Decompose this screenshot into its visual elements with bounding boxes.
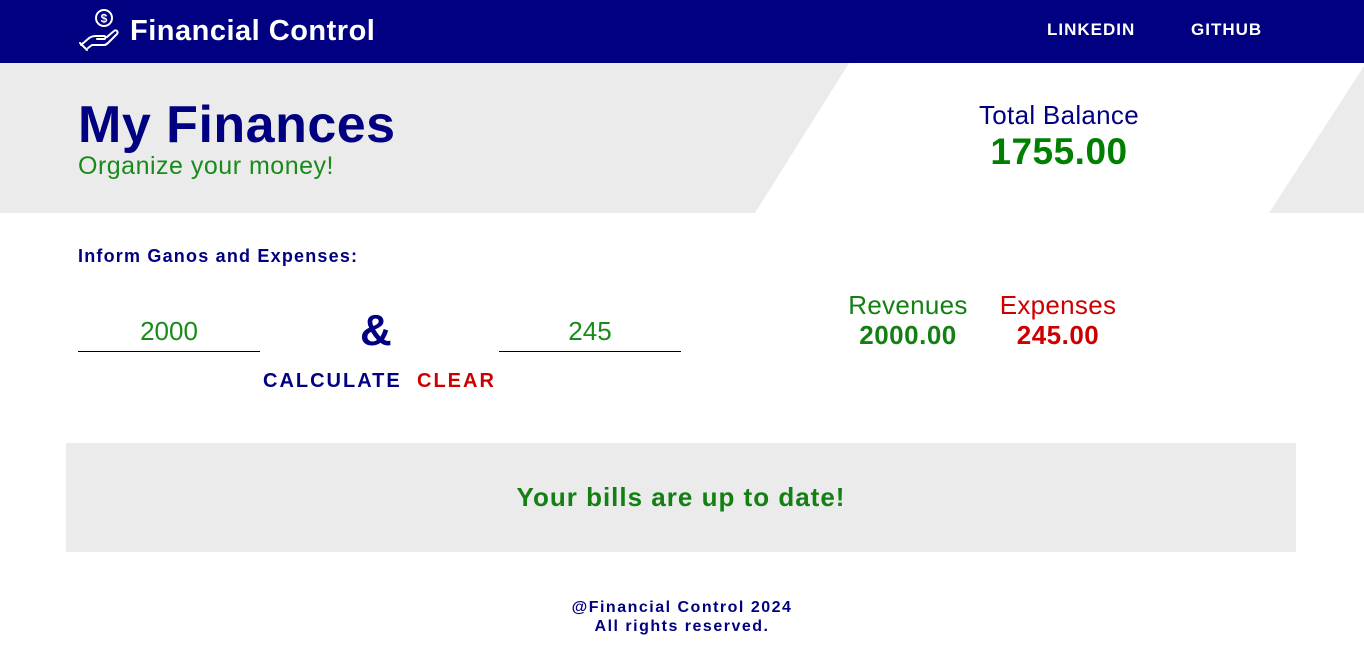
ampersand-separator: &	[360, 306, 392, 355]
revenues-summary: Revenues 2000.00	[840, 290, 976, 351]
svg-text:$: $	[101, 11, 108, 25]
brand-link[interactable]: $ Financial Control	[78, 7, 376, 56]
status-panel: Your bills are up to date!	[66, 443, 1296, 552]
revenue-input[interactable]	[78, 312, 260, 352]
calculate-button[interactable]: CALCULATE	[263, 370, 402, 393]
brand-name: Financial Control	[130, 14, 376, 47]
total-balance-card: Total Balance 1755.00	[930, 100, 1188, 173]
expense-input[interactable]	[499, 312, 681, 352]
expenses-value: 245.00	[1016, 320, 1100, 350]
hand-holding-dollar-icon: $	[78, 7, 122, 56]
footer-copyright: @Financial Control 2024	[571, 599, 793, 616]
footer: @Financial Control 2024 All rights reser…	[0, 598, 1364, 636]
status-message: Your bills are up to date!	[516, 482, 846, 512]
expenses-summary: Expenses 245.00	[992, 290, 1124, 351]
page-subtitle: Organize your money!	[78, 152, 334, 180]
nav-link-linkedin[interactable]: LINKEDIN	[1047, 20, 1135, 40]
footer-rights: All rights reserved.	[594, 618, 770, 635]
total-balance-label: Total Balance	[978, 100, 1139, 130]
form-label: Inform Ganos and Expenses:	[78, 246, 359, 266]
total-balance-value: 1755.00	[990, 131, 1128, 172]
revenues-label: Revenues	[848, 290, 968, 320]
revenues-value: 2000.00	[859, 320, 957, 350]
hero-right-shape	[1269, 66, 1364, 213]
top-navbar: $ Financial Control LINKEDIN GITHUB	[0, 0, 1364, 63]
page-title: My Finances	[78, 96, 396, 154]
expenses-label: Expenses	[999, 290, 1117, 320]
clear-button[interactable]: CLEAR	[417, 370, 496, 393]
nav-link-github[interactable]: GITHUB	[1191, 20, 1262, 40]
